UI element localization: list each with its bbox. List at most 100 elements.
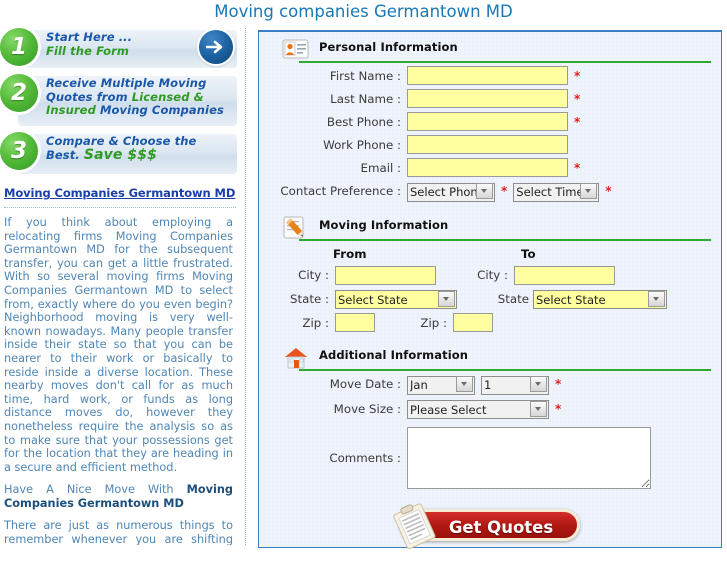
moving-information-title: Moving Information bbox=[319, 217, 449, 232]
row-email: Email : * bbox=[259, 156, 721, 179]
move-size-label: Move Size : bbox=[333, 401, 401, 416]
work-phone-label: Work Phone : bbox=[323, 137, 401, 152]
step-2-line-1: Receive Multiple Moving bbox=[46, 76, 207, 90]
step-2-line-2-plain: Quotes from bbox=[46, 89, 132, 104]
sidebar-paragraph-2: There are just as numerous things to rem… bbox=[4, 519, 233, 545]
row-move-size: Move Size : Please Select * bbox=[259, 397, 721, 422]
sidebar-subheading: Have A Nice Move With Moving Companies G… bbox=[4, 483, 233, 510]
quote-request-form: Personal Information First Name : * Last… bbox=[258, 30, 722, 550]
last-name-required-mark: * bbox=[574, 91, 581, 106]
from-state-select[interactable]: Select State bbox=[335, 290, 457, 309]
row-best-phone: Best Phone : * bbox=[259, 110, 721, 133]
step-2-text: Receive Multiple Moving Quotes from Lice… bbox=[46, 74, 237, 121]
move-date-month-select[interactable]: Jan bbox=[407, 375, 475, 395]
step-1-badge: 1 bbox=[0, 28, 38, 66]
clipboard-icon bbox=[390, 499, 441, 552]
contact-phone-required-mark: * bbox=[501, 184, 508, 199]
get-quotes-label: Get Quotes bbox=[448, 518, 554, 537]
from-city-input[interactable] bbox=[335, 265, 436, 285]
step-3-line-2-green: Save $$$ bbox=[83, 146, 157, 163]
sidebar-keyword-link[interactable]: Moving Companies Germantown MD bbox=[4, 186, 236, 200]
moving-column-headings: From To bbox=[259, 246, 721, 264]
step-3-text: Compare & Choose the Best. Save $$$ bbox=[46, 132, 237, 165]
row-work-phone: Work Phone : bbox=[259, 133, 721, 156]
to-state-select[interactable]: Select State bbox=[533, 290, 667, 309]
step-3-line-2: Best. Save $$$ bbox=[46, 146, 237, 163]
move-date-day-wrap: 1 bbox=[481, 374, 549, 395]
row-zip: Zip : Zip : bbox=[259, 311, 721, 340]
to-zip-input[interactable] bbox=[453, 313, 493, 332]
contact-time-select-wrap: Select Time bbox=[513, 181, 600, 202]
best-phone-label: Best Phone : bbox=[326, 114, 401, 129]
move-size-required-mark: * bbox=[555, 401, 562, 416]
sidebar-paragraph-1: If you think about employing a relocatin… bbox=[4, 216, 233, 474]
from-state-select-wrap: Select State bbox=[335, 289, 457, 309]
work-phone-input[interactable] bbox=[407, 135, 568, 154]
get-quotes-button[interactable]: Get Quotes bbox=[393, 503, 581, 550]
first-name-required-mark: * bbox=[574, 68, 581, 83]
step-2-line-2: Quotes from Licensed & bbox=[46, 89, 237, 105]
additional-information-rule bbox=[299, 369, 711, 371]
move-size-select[interactable]: Please Select bbox=[407, 400, 549, 419]
page-title: Moving companies Germantown MD bbox=[214, 2, 513, 21]
from-heading: From bbox=[333, 246, 367, 261]
contact-time-select[interactable]: Select Time bbox=[513, 182, 600, 202]
from-state-label: State : bbox=[290, 291, 329, 306]
move-date-day-select[interactable]: 1 bbox=[481, 375, 549, 395]
page-root: Moving companies Germantown MD 1 Start H… bbox=[0, 0, 727, 550]
contact-phone-select[interactable]: Select Phone bbox=[407, 182, 495, 202]
personal-information-rule bbox=[299, 61, 711, 63]
contact-preference-label: Contact Preference : bbox=[280, 184, 401, 199]
from-zip-input[interactable] bbox=[335, 313, 375, 332]
step-2-line-2-green: Licensed & bbox=[131, 89, 204, 104]
step-2-line-3: Insured Moving Companies bbox=[46, 103, 237, 118]
step-item-1: 1 Start Here ... Fill the Form bbox=[0, 28, 237, 70]
row-state: State : Select State State Select State bbox=[259, 287, 721, 312]
step-2-badge: 2 bbox=[0, 74, 38, 112]
last-name-label: Last Name : bbox=[330, 91, 401, 106]
first-name-input[interactable] bbox=[407, 66, 568, 85]
step-item-2: 2 Receive Multiple Moving Quotes from Li… bbox=[0, 74, 237, 128]
email-required-mark: * bbox=[574, 160, 581, 175]
last-name-input[interactable] bbox=[407, 89, 568, 108]
to-city-label: City : bbox=[477, 268, 508, 282]
move-date-required-mark: * bbox=[555, 377, 562, 392]
arrow-right-icon[interactable] bbox=[199, 30, 233, 64]
to-heading: To bbox=[521, 246, 536, 261]
id-card-icon bbox=[281, 36, 311, 64]
moving-information-rule bbox=[299, 238, 711, 241]
comments-textarea[interactable] bbox=[407, 427, 651, 489]
move-date-month-wrap: Jan bbox=[407, 374, 475, 395]
moving-information-header: Moving Information bbox=[277, 216, 711, 242]
best-phone-required-mark: * bbox=[574, 114, 581, 129]
personal-information-title: Personal Information bbox=[319, 40, 458, 54]
comments-label: Comments : bbox=[329, 451, 401, 465]
sidebar-divider bbox=[4, 207, 236, 208]
step-3-line-2-plain: Best. bbox=[46, 147, 84, 162]
section-moving-information: Moving Information From To City : City : bbox=[259, 216, 721, 341]
row-move-date: Move Date : Jan 1 * bbox=[259, 372, 721, 397]
steps-list: 1 Start Here ... Fill the Form 2 Receive… bbox=[0, 28, 237, 176]
move-date-label: Move Date : bbox=[329, 377, 401, 392]
to-state-select-wrap: Select State bbox=[533, 289, 667, 309]
additional-information-title: Additional Information bbox=[319, 348, 469, 362]
pencil-note-icon bbox=[281, 214, 311, 242]
form-column: Personal Information First Name : * Last… bbox=[258, 30, 724, 550]
row-city: City : City : bbox=[259, 264, 721, 287]
email-input[interactable] bbox=[407, 158, 568, 177]
section-additional-information: Additional Information Move Date : Jan 1 bbox=[259, 346, 721, 491]
to-zip-label: Zip : bbox=[420, 315, 447, 330]
step-3-badge: 3 bbox=[0, 132, 38, 170]
email-label: Email : bbox=[360, 160, 401, 175]
best-phone-input[interactable] bbox=[407, 112, 568, 131]
move-size-wrap: Please Select bbox=[407, 399, 549, 419]
row-comments: Comments : bbox=[259, 421, 721, 491]
section-personal-information: Personal Information First Name : * Last… bbox=[259, 38, 721, 210]
moving-information-grid: From To City : City : State : Select Sta… bbox=[259, 246, 721, 341]
house-icon bbox=[281, 344, 311, 372]
additional-information-header: Additional Information bbox=[277, 346, 711, 372]
from-city-label: City : bbox=[298, 268, 329, 282]
row-contact-preference: Contact Preference : Select Phone * Sele… bbox=[259, 179, 721, 210]
sidebar-article: If you think about employing a relocatin… bbox=[4, 216, 233, 545]
to-city-input[interactable] bbox=[514, 265, 615, 285]
